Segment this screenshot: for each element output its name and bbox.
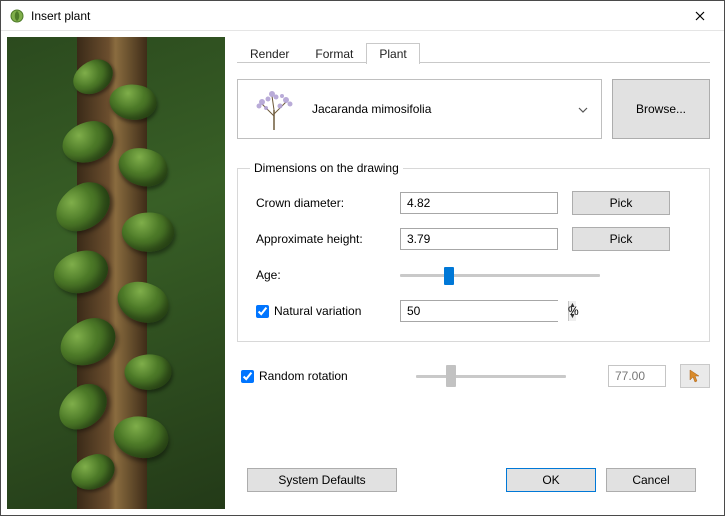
- dimensions-legend: Dimensions on the drawing: [250, 161, 403, 175]
- rotation-reset-button[interactable]: [680, 364, 710, 388]
- browse-button[interactable]: Browse...: [612, 79, 710, 139]
- window-title: Insert plant: [31, 9, 90, 23]
- pick-crown-button[interactable]: Pick: [572, 191, 670, 215]
- tab-render[interactable]: Render: [237, 43, 302, 64]
- age-label: Age:: [250, 268, 400, 282]
- close-button[interactable]: [677, 2, 722, 30]
- rotation-value: [608, 365, 666, 387]
- cancel-button[interactable]: Cancel: [606, 468, 696, 492]
- dimensions-group: Dimensions on the drawing Crown diameter…: [237, 161, 710, 342]
- chevron-down-icon: [573, 102, 593, 116]
- crown-diameter-input[interactable]: [400, 192, 558, 214]
- random-rotation-check[interactable]: Random rotation: [241, 369, 348, 383]
- app-icon: [9, 8, 25, 24]
- tab-strip: Render Format Plant: [237, 39, 710, 63]
- dialog-window: Insert plant: [0, 0, 725, 516]
- cursor-icon: [687, 368, 703, 384]
- percent-label: %: [568, 304, 579, 318]
- crown-diameter-label: Crown diameter:: [250, 196, 400, 210]
- titlebar: Insert plant: [1, 1, 724, 31]
- plant-select[interactable]: Jacaranda mimosifolia: [237, 79, 602, 139]
- plant-name: Jacaranda mimosifolia: [312, 102, 563, 116]
- right-pane: Render Format Plant: [231, 31, 724, 515]
- age-slider[interactable]: [400, 265, 600, 285]
- pick-height-button[interactable]: Pick: [572, 227, 670, 251]
- natural-variation-check[interactable]: Natural variation: [250, 304, 400, 318]
- approx-height-label: Approximate height:: [250, 232, 400, 246]
- plant-thumbnail: [246, 87, 302, 131]
- natural-variation-checkbox[interactable]: [256, 305, 269, 318]
- tab-content-plant: Jacaranda mimosifolia Browse... Dimensio…: [237, 63, 710, 455]
- rotation-slider[interactable]: [416, 366, 566, 386]
- close-icon: [695, 11, 705, 21]
- random-rotation-checkbox[interactable]: [241, 370, 254, 383]
- ok-button[interactable]: OK: [506, 468, 596, 492]
- dialog-footer: System Defaults OK Cancel: [237, 455, 710, 505]
- tab-format[interactable]: Format: [302, 43, 366, 64]
- tab-plant[interactable]: Plant: [366, 43, 419, 64]
- system-defaults-button[interactable]: System Defaults: [247, 468, 397, 492]
- random-rotation-label: Random rotation: [259, 369, 348, 383]
- natural-variation-input[interactable]: [401, 301, 568, 321]
- approx-height-input[interactable]: [400, 228, 558, 250]
- preview-image: [7, 37, 225, 509]
- natural-variation-label: Natural variation: [274, 304, 361, 318]
- natural-variation-spinner[interactable]: ▲ ▼: [400, 300, 558, 322]
